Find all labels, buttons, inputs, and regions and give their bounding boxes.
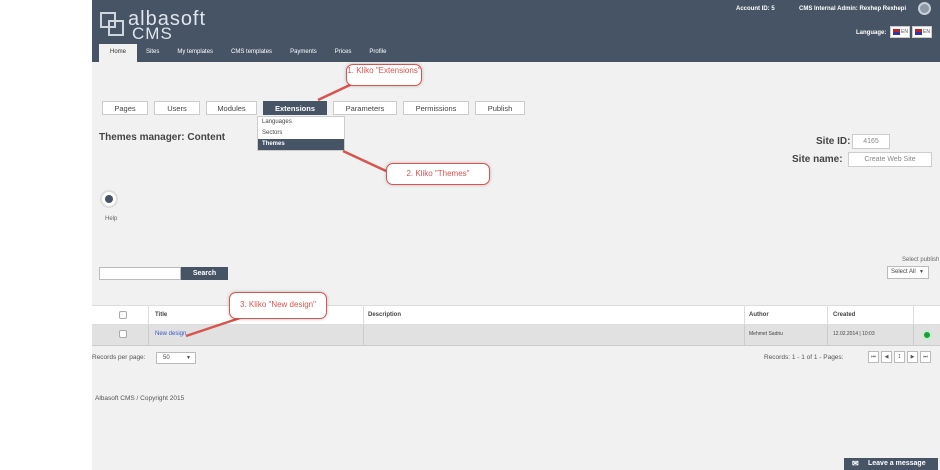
annotation-step3-text: 3. Kliko "New design"	[240, 300, 316, 309]
cms-page: albasoft CMS Account ID: 5 CMS Internal …	[92, 0, 940, 470]
tab-parameters[interactable]: Parameters	[333, 101, 397, 115]
column-divider	[827, 325, 828, 345]
first-page-icon[interactable]: ⏮	[868, 351, 879, 363]
tab-publish[interactable]: Publish	[475, 101, 525, 115]
tab-modules[interactable]: Modules	[206, 101, 257, 115]
tab-pages[interactable]: Pages	[102, 101, 148, 115]
menu-item-themes[interactable]: Themes	[258, 139, 344, 150]
search-input[interactable]	[99, 267, 181, 280]
page-title: Themes manager: Content	[99, 132, 226, 143]
site-id-label: Site ID:	[816, 136, 851, 147]
theme-link-new-design[interactable]: New design	[155, 331, 186, 337]
published-status-icon[interactable]	[922, 330, 932, 340]
top-header: albasoft CMS Account ID: 5 CMS Internal …	[92, 0, 940, 62]
albasoft-logo[interactable]: albasoft CMS	[98, 6, 208, 43]
select-all-checkbox[interactable]	[119, 311, 127, 319]
help-label: Help	[105, 216, 118, 222]
row-created: 12.02.2014 | 10:03	[833, 331, 875, 337]
annotation-step1: 1. Kliko "Extensions"	[346, 64, 422, 86]
flag-label: EN	[923, 29, 930, 35]
select-publish-value: Select All	[891, 269, 916, 275]
records-per-page-label: Records per page:	[92, 354, 146, 361]
column-divider	[913, 325, 914, 345]
annotation-step3: 3. Kliko "New design"	[229, 292, 327, 319]
gear-icon[interactable]	[918, 2, 931, 15]
annotation-step1-text: 1. Kliko "Extensions"	[347, 66, 421, 75]
screen: albasoft CMS Account ID: 5 CMS Internal …	[0, 0, 940, 470]
chevron-down-icon: ▼	[186, 355, 191, 361]
row-checkbox[interactable]	[119, 330, 127, 338]
col-header-description[interactable]: Description	[368, 306, 401, 324]
language-label: Language:	[856, 30, 887, 36]
menu-item-languages[interactable]: Languages	[258, 117, 344, 128]
col-header-title[interactable]: Title	[155, 306, 167, 324]
annotation-step2: 2. Kliko "Themes"	[386, 163, 490, 185]
site-name-field: Create Web Site	[848, 152, 932, 167]
select-publish-dropdown[interactable]: Select All ▼	[887, 266, 929, 279]
column-divider	[913, 306, 914, 324]
row-author: Mehmet Sadriu	[749, 331, 783, 337]
tab-permissions[interactable]: Permissions	[403, 101, 469, 115]
content-tabs: Pages Users Modules Extensions Parameter…	[102, 101, 525, 115]
nav-profile[interactable]: Profile	[360, 44, 395, 62]
logo-text-cms: CMS	[132, 24, 173, 43]
column-divider	[744, 306, 745, 324]
records-info: Records: 1 - 1 of 1 - Pages:	[764, 354, 844, 361]
copyright-text: Albasoft CMS / Copyright 2015	[95, 395, 185, 402]
column-divider	[363, 306, 364, 324]
column-divider	[827, 306, 828, 324]
tab-users[interactable]: Users	[154, 101, 200, 115]
nav-cms-templates[interactable]: CMS templates	[222, 44, 281, 62]
records-per-page-value: 50	[163, 355, 170, 361]
column-divider	[744, 325, 745, 345]
nav-home[interactable]: Home	[99, 44, 138, 62]
help-button[interactable]	[100, 190, 118, 208]
language-flag-select-2[interactable]: EN	[912, 26, 932, 38]
nav-sites[interactable]: Sites	[137, 44, 168, 62]
flag-label: EN	[901, 29, 908, 35]
column-divider	[148, 325, 149, 345]
envelope-icon: ✉	[852, 459, 859, 468]
annotation-step2-text: 2. Kliko "Themes"	[406, 169, 470, 178]
extensions-dropdown-menu: Languages Sectors Themes	[257, 116, 345, 151]
table-row: New design Mehmet Sadriu 12.02.2014 | 10…	[92, 325, 940, 346]
search-button[interactable]: Search	[181, 267, 228, 280]
tab-extensions[interactable]: Extensions	[263, 101, 327, 115]
admin-name: CMS Internal Admin: Rexhep Rexhepi	[799, 6, 907, 12]
language-flag-select-1[interactable]: EN	[890, 26, 910, 38]
prev-page-icon[interactable]: ◀	[881, 351, 892, 363]
main-nav: Home Sites My templates CMS templates Pa…	[92, 44, 395, 62]
row-title-cell: New design	[155, 325, 186, 345]
site-id-field: 4165	[852, 134, 890, 149]
briefcase-icon	[105, 195, 113, 203]
column-divider	[363, 325, 364, 345]
logo-square-2	[108, 20, 124, 36]
nav-prices[interactable]: Prices	[326, 44, 361, 62]
chevron-down-icon: ▼	[919, 269, 924, 275]
menu-item-sectors[interactable]: Sectors	[258, 128, 344, 139]
col-header-created[interactable]: Created	[833, 306, 855, 324]
next-page-icon[interactable]: ▶	[907, 351, 918, 363]
leave-message-button[interactable]: ✉ Leave a message	[844, 458, 938, 470]
leave-message-label: Leave a message	[868, 460, 926, 467]
select-publish-label: Select publish	[902, 257, 940, 263]
current-page[interactable]: 1	[894, 351, 905, 363]
column-divider	[148, 306, 149, 324]
records-per-page-select[interactable]: 50 ▼	[156, 352, 196, 364]
last-page-icon[interactable]: ⏭	[920, 351, 931, 363]
site-name-label: Site name:	[792, 154, 843, 165]
col-header-author[interactable]: Author	[749, 306, 769, 324]
nav-payments[interactable]: Payments	[281, 44, 326, 62]
nav-my-templates[interactable]: My templates	[168, 44, 222, 62]
table-header: Title Description Author Created	[92, 305, 940, 325]
account-id: Account ID: 5	[736, 6, 775, 12]
